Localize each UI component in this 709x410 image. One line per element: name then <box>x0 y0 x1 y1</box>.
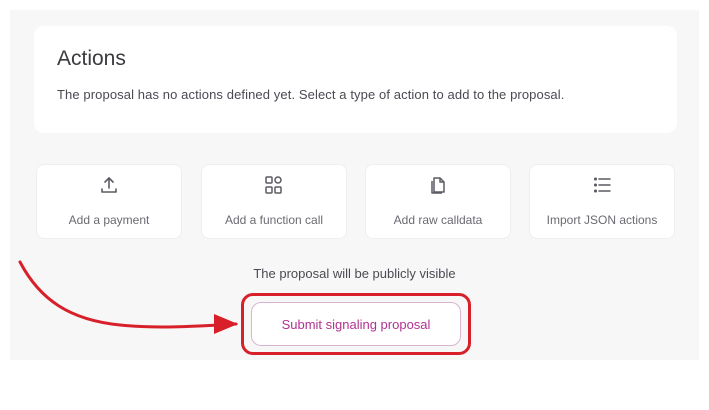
copy-icon <box>428 175 448 195</box>
tile-label: Add a function call <box>224 213 324 227</box>
add-function-call-tile[interactable]: Add a function call <box>201 164 347 239</box>
highlight-outline <box>241 293 471 355</box>
add-payment-tile[interactable]: Add a payment <box>36 164 182 239</box>
tile-label: Add a payment <box>68 213 150 227</box>
upload-icon <box>99 175 119 195</box>
function-blocks-icon <box>264 175 284 195</box>
actions-title: Actions <box>57 47 126 70</box>
tile-label: Import JSON actions <box>546 213 658 227</box>
actions-card: Actions The proposal has no actions defi… <box>34 26 677 133</box>
import-json-tile[interactable]: Import JSON actions <box>529 164 675 239</box>
list-icon <box>592 175 612 195</box>
visibility-note: The proposal will be publicly visible <box>253 266 456 281</box>
actions-description: The proposal has no actions defined yet.… <box>57 87 565 102</box>
add-raw-calldata-tile[interactable]: Add raw calldata <box>365 164 511 239</box>
tile-label: Add raw calldata <box>393 213 483 227</box>
